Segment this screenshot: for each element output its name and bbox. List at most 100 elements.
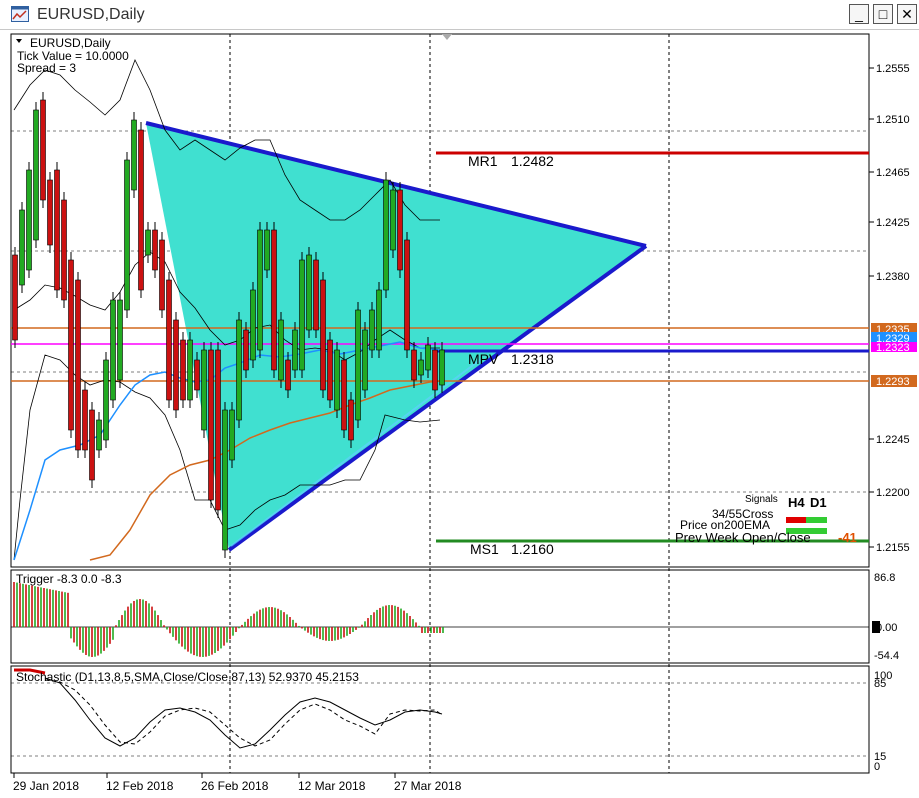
candle-body — [243, 329, 249, 371]
close-button[interactable]: ✕ — [897, 4, 917, 24]
svg-text:1.2380: 1.2380 — [876, 271, 910, 283]
window-titlebar: EURUSD,Daily _ □ ✕ — [0, 0, 919, 30]
signals-header: Signals — [745, 494, 778, 505]
candle-body — [278, 319, 284, 381]
candle-body — [341, 359, 347, 431]
candle-body — [208, 349, 214, 501]
svg-text:27 Mar 2018: 27 Mar 2018 — [394, 779, 462, 793]
candle-body — [306, 254, 312, 331]
candle-body — [439, 349, 445, 386]
signal-cross-h4 — [786, 517, 806, 523]
signal-cross-d1 — [806, 517, 827, 523]
candle-body — [257, 229, 263, 351]
candle-body — [138, 129, 144, 291]
candle-body — [327, 339, 333, 401]
candle-body — [194, 359, 200, 391]
trigger-label: Trigger -8.3 0.0 -8.3 — [16, 572, 122, 586]
candle-body — [187, 339, 193, 401]
candle-body — [236, 319, 242, 421]
candle-body — [362, 329, 368, 391]
candle-body — [201, 349, 207, 431]
candle-body — [117, 299, 123, 381]
candle-body — [404, 239, 410, 351]
candle-body — [19, 209, 25, 286]
svg-text:26 Feb 2018: 26 Feb 2018 — [201, 779, 269, 793]
candle-body — [411, 349, 417, 381]
ms1-value: 1.2160 — [511, 541, 554, 557]
candle-body — [152, 229, 158, 271]
mr1-value: 1.2482 — [511, 153, 554, 169]
svg-text:1.2510: 1.2510 — [876, 114, 910, 126]
candle-body — [285, 359, 291, 391]
candle-body — [376, 289, 382, 351]
spread-label: Spread = 3 — [17, 61, 76, 75]
candle-body — [47, 179, 53, 246]
minimize-button[interactable]: _ — [849, 4, 869, 24]
candle-body — [33, 109, 39, 241]
chart-area[interactable]: EURUSD,Daily Tick Value = 10.0000 Spread… — [0, 30, 919, 798]
candle-body — [369, 309, 375, 351]
stoch-axis-0: 0 — [874, 761, 880, 773]
candle-body — [75, 279, 81, 451]
trigger-axis-zero: 0.00 — [876, 622, 897, 634]
candle-body — [292, 329, 298, 371]
candle-body — [320, 279, 326, 391]
candle-body — [215, 349, 221, 511]
candle-body — [271, 229, 277, 371]
candle-body — [110, 299, 116, 401]
candle-body — [131, 119, 137, 191]
candle-body — [334, 349, 340, 411]
chart-window-icon — [11, 6, 29, 22]
price-axis: 1.2555 1.2510 1.2465 1.2425 1.2380 1.224… — [869, 63, 910, 554]
candle-body — [348, 399, 354, 441]
candle-body — [229, 409, 235, 461]
maximize-button[interactable]: □ — [873, 4, 893, 24]
candle-body — [26, 169, 32, 271]
candle-body — [180, 339, 186, 401]
candle-body — [390, 189, 396, 251]
stoch-axis-85: 85 — [874, 678, 886, 690]
candle-body — [355, 309, 361, 421]
candle-body — [82, 389, 88, 451]
svg-text:29 Jan 2018: 29 Jan 2018 — [13, 779, 79, 793]
candle-body — [313, 259, 319, 331]
mpv-name: MPV — [468, 351, 499, 367]
candle-body — [250, 289, 256, 361]
candle-body — [264, 229, 270, 271]
signals-col-d1: D1 — [810, 495, 827, 510]
window-title: EURUSD,Daily — [37, 6, 145, 23]
svg-text:1.2555: 1.2555 — [876, 63, 910, 75]
candle-body — [103, 359, 109, 441]
stochastic-label: Stochastic (D1,13,8,5,SMA,Close/Close,87… — [16, 670, 359, 684]
svg-text:1.2293: 1.2293 — [876, 376, 910, 388]
svg-text:1.2200: 1.2200 — [876, 487, 910, 499]
candle-body — [159, 239, 165, 311]
candle-body — [397, 189, 403, 271]
ms1-name: MS1 — [470, 541, 499, 557]
candle-body — [68, 259, 74, 431]
signals-col-h4: H4 — [788, 495, 805, 510]
svg-text:12 Feb 2018: 12 Feb 2018 — [106, 779, 174, 793]
mpv-value: 1.2318 — [511, 351, 554, 367]
svg-text:1.2155: 1.2155 — [876, 542, 910, 554]
candle-body — [54, 169, 60, 291]
candle-body — [173, 319, 179, 411]
svg-text:1.2245: 1.2245 — [876, 434, 910, 446]
candle-body — [432, 349, 438, 391]
candle-body — [124, 159, 130, 311]
candle-body — [61, 199, 67, 301]
candle-body — [166, 279, 172, 401]
candle-body — [425, 344, 431, 371]
svg-text:12 Mar 2018: 12 Mar 2018 — [298, 779, 366, 793]
price-badges: 1.2335 1.2329 1.2323 1.2293 — [871, 323, 917, 388]
candle-body — [222, 409, 228, 551]
candle-body — [40, 99, 46, 201]
candle-body — [299, 259, 305, 371]
signal-prev-week-value: -41 — [838, 530, 857, 545]
candle-body — [89, 409, 95, 481]
svg-text:1.2323: 1.2323 — [876, 342, 910, 354]
candle-body — [12, 254, 18, 341]
trigger-axis-top: 86.8 — [874, 572, 895, 584]
mr1-name: MR1 — [468, 153, 498, 169]
time-axis: 29 Jan 2018 12 Feb 2018 26 Feb 2018 12 M… — [13, 773, 462, 793]
